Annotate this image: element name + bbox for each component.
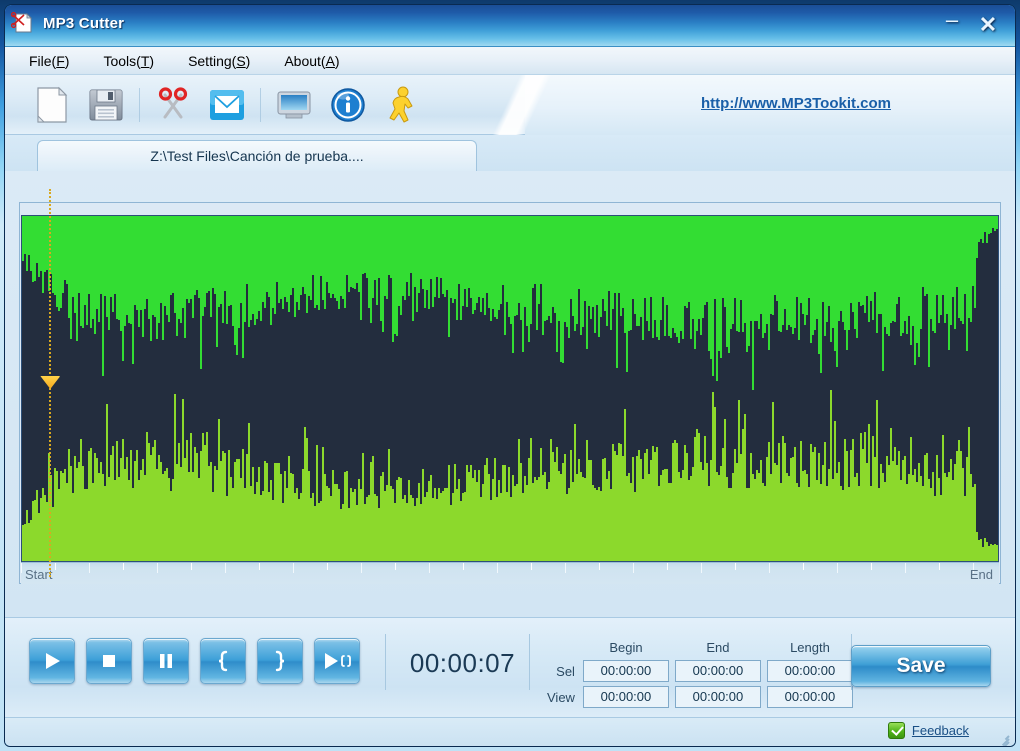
menu-item-about[interactable]: About(A) (278, 50, 345, 72)
play-button[interactable] (29, 638, 75, 684)
window-title: MP3 Cutter (43, 14, 125, 32)
menu-close-paren-setting: ) (245, 52, 251, 69)
title-bar-left: MP3 Cutter (10, 11, 125, 35)
window-inner-frame: MP3 Cutter – ✕ File(F) Tools(T) Setting(… (5, 5, 1015, 746)
sel-begin-cell: 00:00:00 (582, 660, 669, 682)
menu-accel-file: F (56, 52, 65, 69)
menu-label-about: About( (284, 52, 326, 69)
website-link[interactable]: http://www.MP3Tookit.com (701, 95, 891, 112)
column-header-end: End (706, 640, 730, 655)
menu-close-paren-tools: ) (149, 52, 155, 69)
set-begin-button[interactable] (200, 638, 246, 684)
stop-button[interactable] (86, 638, 132, 684)
time-grid-table: Begin End Length Sel 00:00:00 00:00:00 0… (541, 636, 859, 712)
waveform-box[interactable]: Start End (19, 202, 1001, 584)
view-length-field[interactable]: 00:00:00 (766, 686, 853, 708)
transport-controls (29, 638, 360, 684)
sel-end-cell: 00:00:00 (674, 660, 761, 682)
view-length-cell: 00:00:00 (766, 686, 853, 708)
sel-begin-field[interactable]: 00:00:00 (582, 660, 669, 682)
email-button[interactable] (200, 80, 254, 130)
ruler-end-label: End (969, 567, 993, 582)
menu-close-paren-about: ) (334, 52, 340, 69)
menu-accel-about: A (325, 52, 335, 69)
monitor-button[interactable] (267, 80, 321, 130)
minimize-button[interactable]: – (939, 9, 965, 37)
toolbar-sheen (483, 75, 553, 135)
menu-item-file[interactable]: File(F) (23, 50, 75, 72)
toolbar: http://www.MP3Tookit.com (5, 75, 1015, 135)
menu-close-paren-file: ) (64, 52, 70, 69)
sel-length-cell: 00:00:00 (766, 660, 853, 682)
info-button[interactable] (321, 80, 375, 130)
menu-label-tools: Tools( (103, 52, 141, 69)
time-grid-row-view: View 00:00:00 00:00:00 00:00:00 (547, 686, 853, 708)
time-ruler[interactable]: Start End (21, 562, 999, 584)
view-begin-cell: 00:00:00 (582, 686, 669, 708)
green-check-icon (887, 722, 905, 739)
cut-button[interactable] (146, 80, 200, 130)
column-header-begin: Begin (609, 640, 643, 655)
view-begin-field[interactable]: 00:00:00 (582, 686, 669, 708)
set-end-button[interactable] (257, 638, 303, 684)
view-end-field[interactable]: 00:00:00 (674, 686, 761, 708)
file-tab-label: Z:\Test Files\Canción de prueba.... (150, 148, 364, 164)
sel-length-field[interactable]: 00:00:00 (766, 660, 853, 682)
time-grid-corner (547, 640, 577, 656)
menu-bar: File(F) Tools(T) Setting(S) About(A) (5, 47, 1015, 75)
save-file-button[interactable] (79, 80, 133, 130)
menu-label-file: File( (29, 52, 57, 69)
application-window: MP3 Cutter – ✕ File(F) Tools(T) Setting(… (0, 0, 1020, 751)
title-bar: MP3 Cutter – ✕ (5, 5, 1015, 47)
toolbar-separator (139, 88, 140, 122)
column-header-length: Length (790, 640, 830, 655)
save-button[interactable]: Save (851, 645, 991, 687)
person-button[interactable] (375, 80, 429, 130)
control-separator (385, 634, 386, 690)
menu-label-setting: Setting( (188, 52, 237, 69)
menu-item-setting[interactable]: Setting(S) (182, 50, 256, 72)
save-button-label: Save (896, 654, 946, 677)
menu-item-tools[interactable]: Tools(T) (97, 50, 160, 72)
new-file-button[interactable] (25, 80, 79, 130)
current-time-display: 00:00:07 (409, 648, 516, 678)
waveform-channel-right (22, 390, 998, 561)
menu-accel-setting: S (236, 52, 246, 69)
control-separator (529, 634, 530, 690)
toolbar-separator (260, 88, 261, 122)
play-selection-button[interactable] (314, 638, 360, 684)
toolbar-button-group (25, 79, 429, 131)
view-end-cell: 00:00:00 (674, 686, 761, 708)
waveform-panel: Start End (5, 171, 1015, 617)
sel-end-field[interactable]: 00:00:00 (674, 660, 761, 682)
waveform-canvas[interactable] (21, 215, 999, 562)
status-bar: Feedback (5, 717, 1015, 746)
time-grid: Begin End Length Sel 00:00:00 00:00:00 0… (541, 636, 859, 712)
resize-grip[interactable] (995, 729, 1010, 746)
tab-strip: Z:\Test Files\Canción de prueba.... (5, 135, 1015, 171)
time-grid-header-row: Begin End Length (547, 640, 853, 656)
waveform-channel-left (22, 216, 998, 390)
feedback-area[interactable]: Feedback (887, 722, 969, 739)
feedback-link[interactable]: Feedback (912, 723, 969, 738)
close-button[interactable]: ✕ (975, 14, 1001, 37)
scissors-document-icon (10, 11, 35, 35)
time-grid-row-sel: Sel 00:00:00 00:00:00 00:00:00 (547, 660, 853, 682)
row-label-view: View (547, 689, 575, 705)
pause-button[interactable] (143, 638, 189, 684)
row-label-sel: Sel (556, 663, 575, 679)
file-tab[interactable]: Z:\Test Files\Canción de prueba.... (37, 140, 477, 171)
control-bar: 00:00:07 Begin End Length Sel 00:00:00 0… (5, 617, 1015, 717)
